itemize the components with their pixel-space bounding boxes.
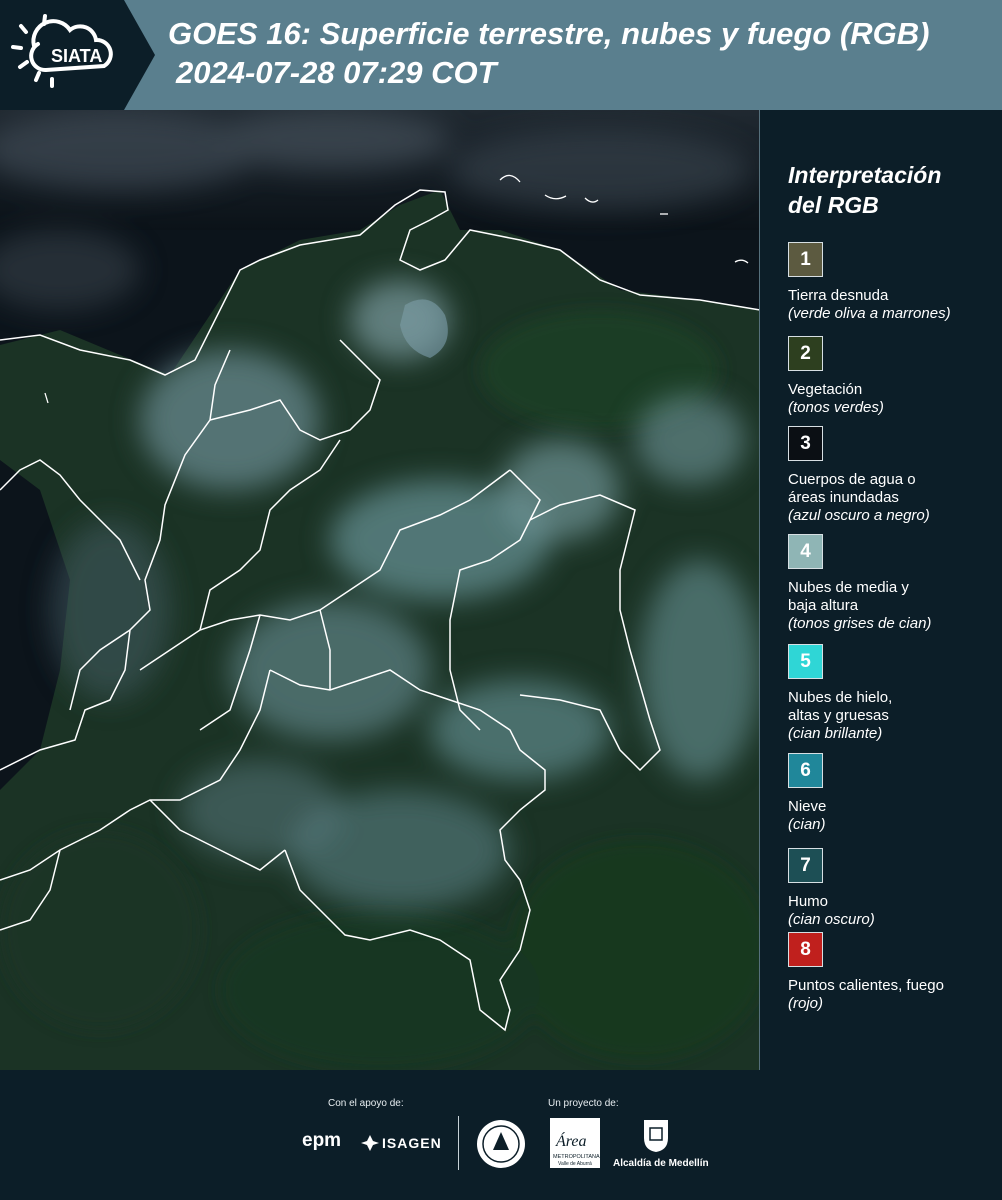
- alcaldia-coat-of-arms: [644, 1120, 668, 1152]
- legend-label: Nubes de media y: [788, 579, 909, 596]
- legend-description: (cian brillante): [788, 725, 883, 742]
- area-logo-word: Área: [555, 1131, 587, 1150]
- legend-label: Nubes de hielo,: [788, 689, 893, 706]
- isagen-logo: ISAGEN: [382, 1135, 442, 1151]
- legend-swatch: 2: [788, 336, 823, 371]
- medellin-university-seal: [477, 1120, 525, 1168]
- legend-label-line2: baja altura: [788, 597, 859, 614]
- legend-label: Vegetación: [788, 381, 863, 398]
- legend-title-line2: del RGB: [788, 192, 879, 218]
- legend-item-5: 5 Nubes de hielo, altas y gruesas (cian bri…: [788, 644, 988, 743]
- legend-item-4: 4 Nubes de media y baja altura (tonos grise…: [788, 534, 988, 633]
- area-logo-sub1: METROPOLITANA: [553, 1154, 600, 1160]
- legend-title-line1: Interpretación: [788, 162, 942, 188]
- legend-description: (rojo): [788, 995, 824, 1012]
- header-bar: SIATA GOES 16: Superficie terrestre, nub…: [0, 0, 1002, 110]
- legend-label: Nieve: [788, 798, 827, 815]
- legend-swatch: 3: [788, 426, 823, 461]
- legend-swatch: 4: [788, 534, 823, 569]
- legend-item-2: 2 Vegetación (tonos verdes): [788, 336, 988, 417]
- legend-item-8: 8 Puntos calientes, fuego (rojo): [788, 932, 988, 1013]
- area-metropolitana-logo: Área METROPOLITANA Valle de Aburrá: [550, 1118, 600, 1168]
- legend-label: Cuerpos de agua o: [788, 471, 916, 488]
- legend-description: (tonos verdes): [788, 399, 884, 416]
- legend-label-line2: altas y gruesas: [788, 707, 889, 724]
- legend-description: (tonos grises de cian): [788, 615, 932, 632]
- alcaldia-logo: Alcaldía de Medellín: [613, 1158, 709, 1169]
- legend-swatch: 7: [788, 848, 823, 883]
- legend-title: Interpretación del RGB: [788, 160, 988, 220]
- legend-swatch: 1: [788, 242, 823, 277]
- legend-label: Puntos calientes, fuego: [788, 977, 944, 994]
- legend-item-7: 7 Humo (cian oscuro): [788, 848, 988, 929]
- legend-label-line2: áreas inundadas: [788, 489, 899, 506]
- support-label: Con el apoyo de:: [328, 1098, 404, 1109]
- legend-description: (cian): [788, 816, 826, 833]
- legend-swatch: 6: [788, 753, 823, 788]
- footer-divider: [458, 1116, 459, 1170]
- legend-item-1: 1 Tierra desnuda (verde oliva a marrones): [788, 242, 988, 323]
- legend-label: Tierra desnuda: [788, 287, 889, 304]
- legend-label: Humo: [788, 893, 829, 910]
- rgb-legend: Interpretación del RGB 1 Tierra desnuda (v…: [788, 160, 988, 1012]
- satellite-rgb-map[interactable]: [0, 110, 760, 1070]
- legend-item-3: 3 Cuerpos de agua o áreas inundadas (azul o…: [788, 426, 988, 525]
- footer: Con el apoyo de: Un proyecto de: epm ISA…: [0, 1070, 1002, 1200]
- project-label: Un proyecto de:: [548, 1098, 619, 1109]
- legend-description: (verde oliva a marrones): [788, 305, 951, 322]
- map-border: [759, 110, 760, 1070]
- epm-logo: epm: [302, 1130, 342, 1151]
- image-timestamp: 2024-07-28 07:29 COT: [176, 55, 497, 90]
- siata-logo-panel: SIATA: [0, 0, 155, 110]
- legend-swatch: 8: [788, 932, 823, 967]
- legend-description: (cian oscuro): [788, 911, 875, 928]
- legend-item-6: 6 Nieve (cian): [788, 753, 988, 834]
- legend-description: (azul oscuro a negro): [788, 507, 930, 524]
- siata-logo-text: SIATA: [51, 46, 102, 66]
- area-logo-sub2: Valle de Aburrá: [558, 1161, 592, 1167]
- page-title: GOES 16: Superficie terrestre, nubes y f…: [168, 16, 930, 51]
- isagen-logo-icon: [361, 1135, 379, 1151]
- legend-swatch: 5: [788, 644, 823, 679]
